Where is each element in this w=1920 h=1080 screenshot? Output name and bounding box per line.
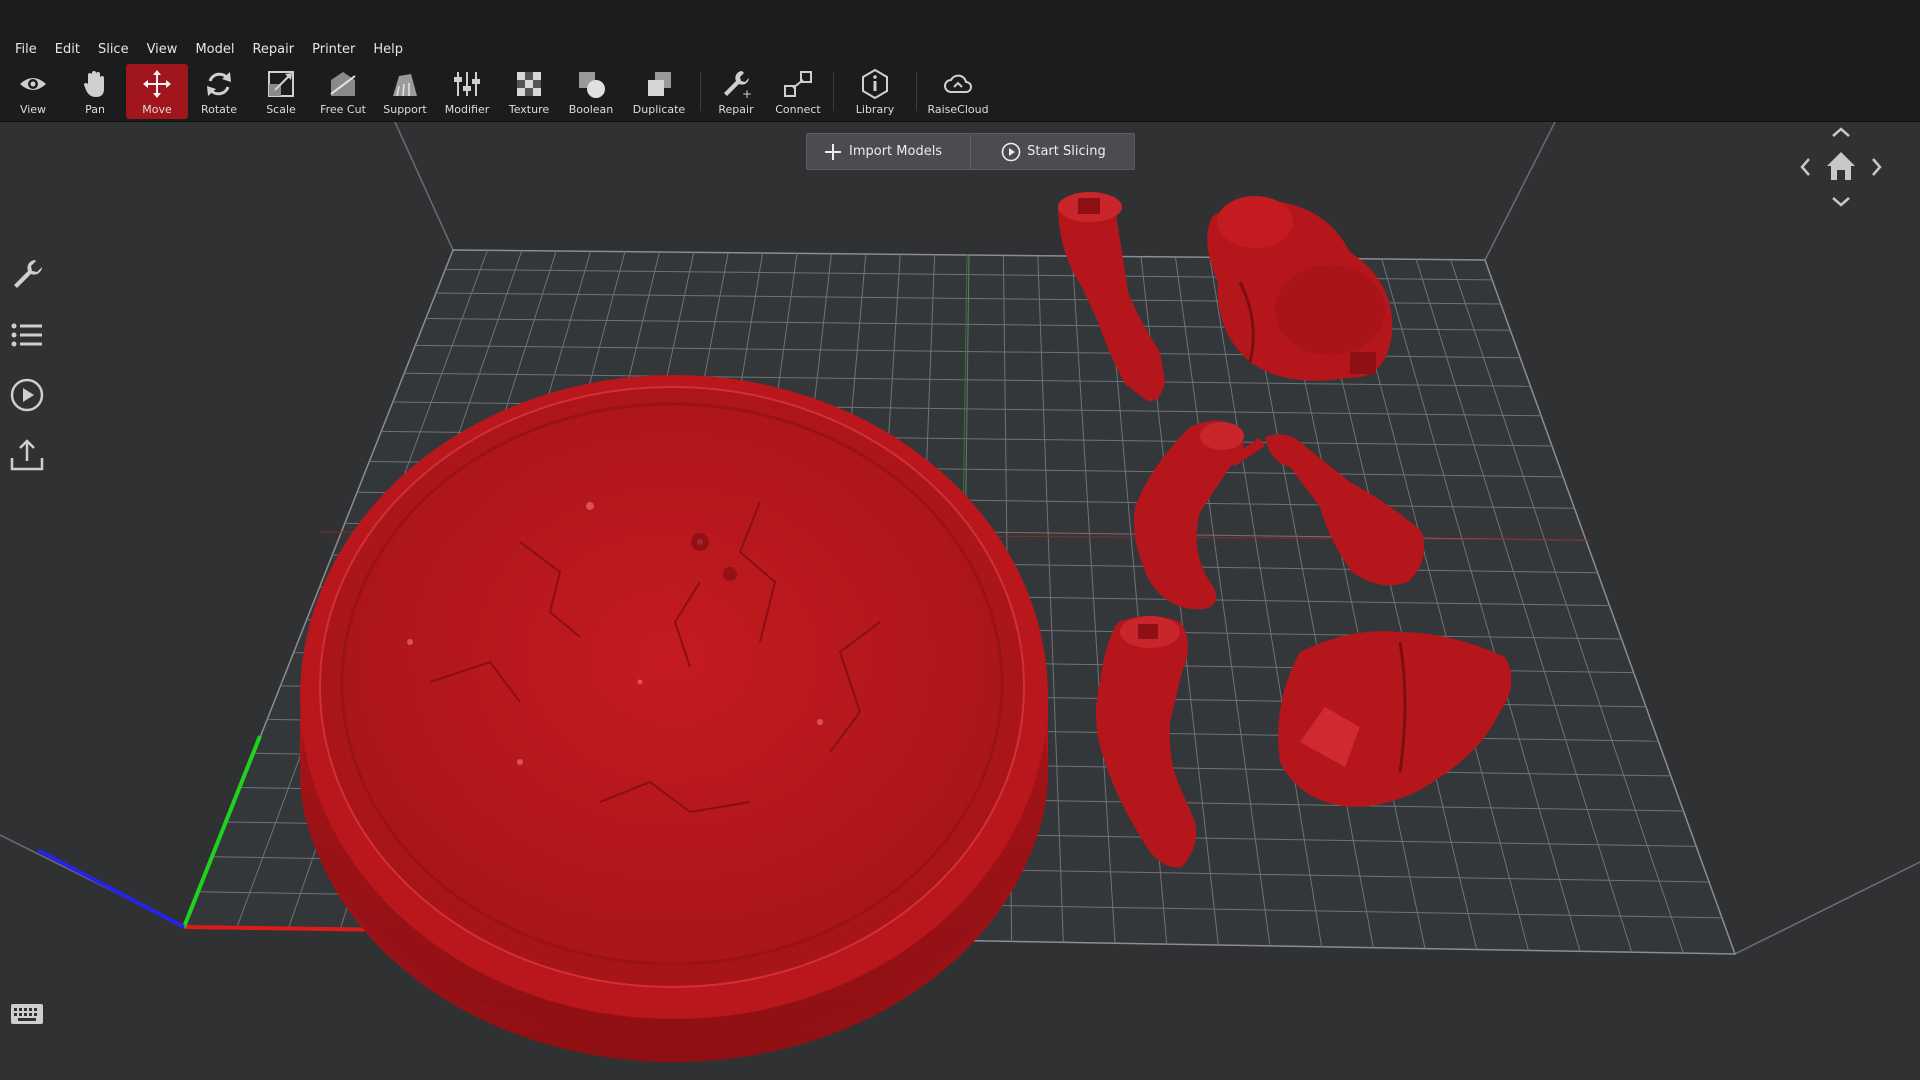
scale-icon <box>268 71 294 97</box>
view-tool-button[interactable]: View <box>2 62 64 121</box>
boolean-icon <box>579 72 605 98</box>
library-tool-label: Library <box>855 103 895 116</box>
upload-icon[interactable] <box>8 436 46 474</box>
menu-help[interactable]: Help <box>364 42 412 57</box>
texture-tool-label: Texture <box>508 103 550 116</box>
menu-printer[interactable]: Printer <box>303 42 364 57</box>
menu-bar: File Edit Slice View Model Repair Printe… <box>0 36 1920 62</box>
toolbar-divider <box>916 72 917 111</box>
arrow-left-icon[interactable] <box>1800 158 1810 176</box>
repair-tool-button[interactable]: + Repair <box>705 62 767 121</box>
support-icon <box>393 74 417 97</box>
boolean-tool-button[interactable]: Boolean <box>560 62 622 121</box>
duplicate-icon <box>648 72 671 96</box>
home-icon[interactable] <box>1827 152 1855 180</box>
duplicate-tool-label: Duplicate <box>632 103 686 116</box>
left-sidebar <box>8 256 46 496</box>
start-slicing-label: Start Slicing <box>1027 144 1106 159</box>
duplicate-tool-button[interactable]: Duplicate <box>622 62 696 121</box>
free-cut-tool-button[interactable]: Free Cut <box>312 62 374 121</box>
modifier-tool-button[interactable]: Modifier <box>436 62 498 121</box>
support-tool-label: Support <box>383 103 427 116</box>
sliders-icon <box>454 72 480 96</box>
main-toolbar: View Pan Move Rotate Scale Free Cut Supp… <box>0 62 1920 122</box>
move-tool-button[interactable]: Move <box>126 64 188 119</box>
move-arrows-icon <box>143 70 171 98</box>
view-navigation <box>1800 127 1882 207</box>
cut-icon <box>330 72 356 96</box>
arrow-up-icon[interactable] <box>1832 127 1850 137</box>
raisecloud-tool-button[interactable]: RaiseCloud <box>921 62 995 121</box>
connect-tool-button[interactable]: Connect <box>767 62 829 121</box>
boolean-tool-label: Boolean <box>568 103 614 116</box>
wrench-icon[interactable] <box>8 256 46 294</box>
import-models-label: Import Models <box>849 144 943 159</box>
import-models-button[interactable]: Import Models <box>807 134 970 169</box>
play-circle-icon <box>1001 142 1021 161</box>
menu-repair[interactable]: Repair <box>243 42 303 57</box>
action-bar: Import Models Start Slicing <box>806 133 1135 170</box>
library-hexagon-icon <box>862 68 888 100</box>
cloud-icon <box>944 74 972 93</box>
repair-tool-label: Repair <box>718 103 754 116</box>
list-icon[interactable] <box>8 316 46 354</box>
move-tool-label: Move <box>142 103 172 116</box>
raisecloud-tool-label: RaiseCloud <box>927 103 989 116</box>
pan-tool-label: Pan <box>85 103 105 116</box>
connect-tool-label: Connect <box>775 103 821 116</box>
pan-tool-button[interactable]: Pan <box>64 62 126 121</box>
toolbar-divider <box>700 72 701 111</box>
rotate-icon <box>207 72 231 96</box>
arrow-down-icon[interactable] <box>1832 197 1850 207</box>
scale-tool-button[interactable]: Scale <box>250 62 312 121</box>
library-tool-button[interactable]: Library <box>838 62 912 121</box>
play-circle-icon[interactable] <box>8 376 46 414</box>
axis-z <box>37 848 185 929</box>
support-tool-button[interactable]: Support <box>374 62 436 121</box>
3d-viewport[interactable] <box>0 122 1920 1080</box>
keyboard-icon[interactable] <box>10 1000 44 1028</box>
eye-icon <box>20 78 46 90</box>
menu-view[interactable]: View <box>138 42 187 57</box>
scene-canvas[interactable] <box>0 122 1920 1080</box>
model-round-base[interactable] <box>300 375 1049 1063</box>
view-tool-label: View <box>19 103 47 116</box>
menu-edit[interactable]: Edit <box>46 42 89 57</box>
free-cut-tool-label: Free Cut <box>320 103 366 116</box>
hand-icon <box>84 71 104 97</box>
menu-slice[interactable]: Slice <box>89 42 138 57</box>
repair-wrench-icon: + <box>724 71 752 100</box>
modifier-tool-label: Modifier <box>444 103 490 116</box>
scale-tool-label: Scale <box>266 103 296 116</box>
arrow-right-icon[interactable] <box>1872 158 1882 176</box>
menu-model[interactable]: Model <box>186 42 243 57</box>
plus-icon <box>825 143 841 160</box>
rotate-tool-label: Rotate <box>200 103 237 116</box>
start-slicing-button[interactable]: Start Slicing <box>970 134 1134 169</box>
connect-icon <box>784 71 812 97</box>
menu-file[interactable]: File <box>6 42 46 57</box>
texture-tool-button[interactable]: Texture <box>498 62 560 121</box>
title-bar <box>0 0 1920 36</box>
toolbar-divider <box>833 72 834 111</box>
checker-icon <box>517 72 541 96</box>
svg-text:+: + <box>742 87 752 100</box>
rotate-tool-button[interactable]: Rotate <box>188 62 250 121</box>
